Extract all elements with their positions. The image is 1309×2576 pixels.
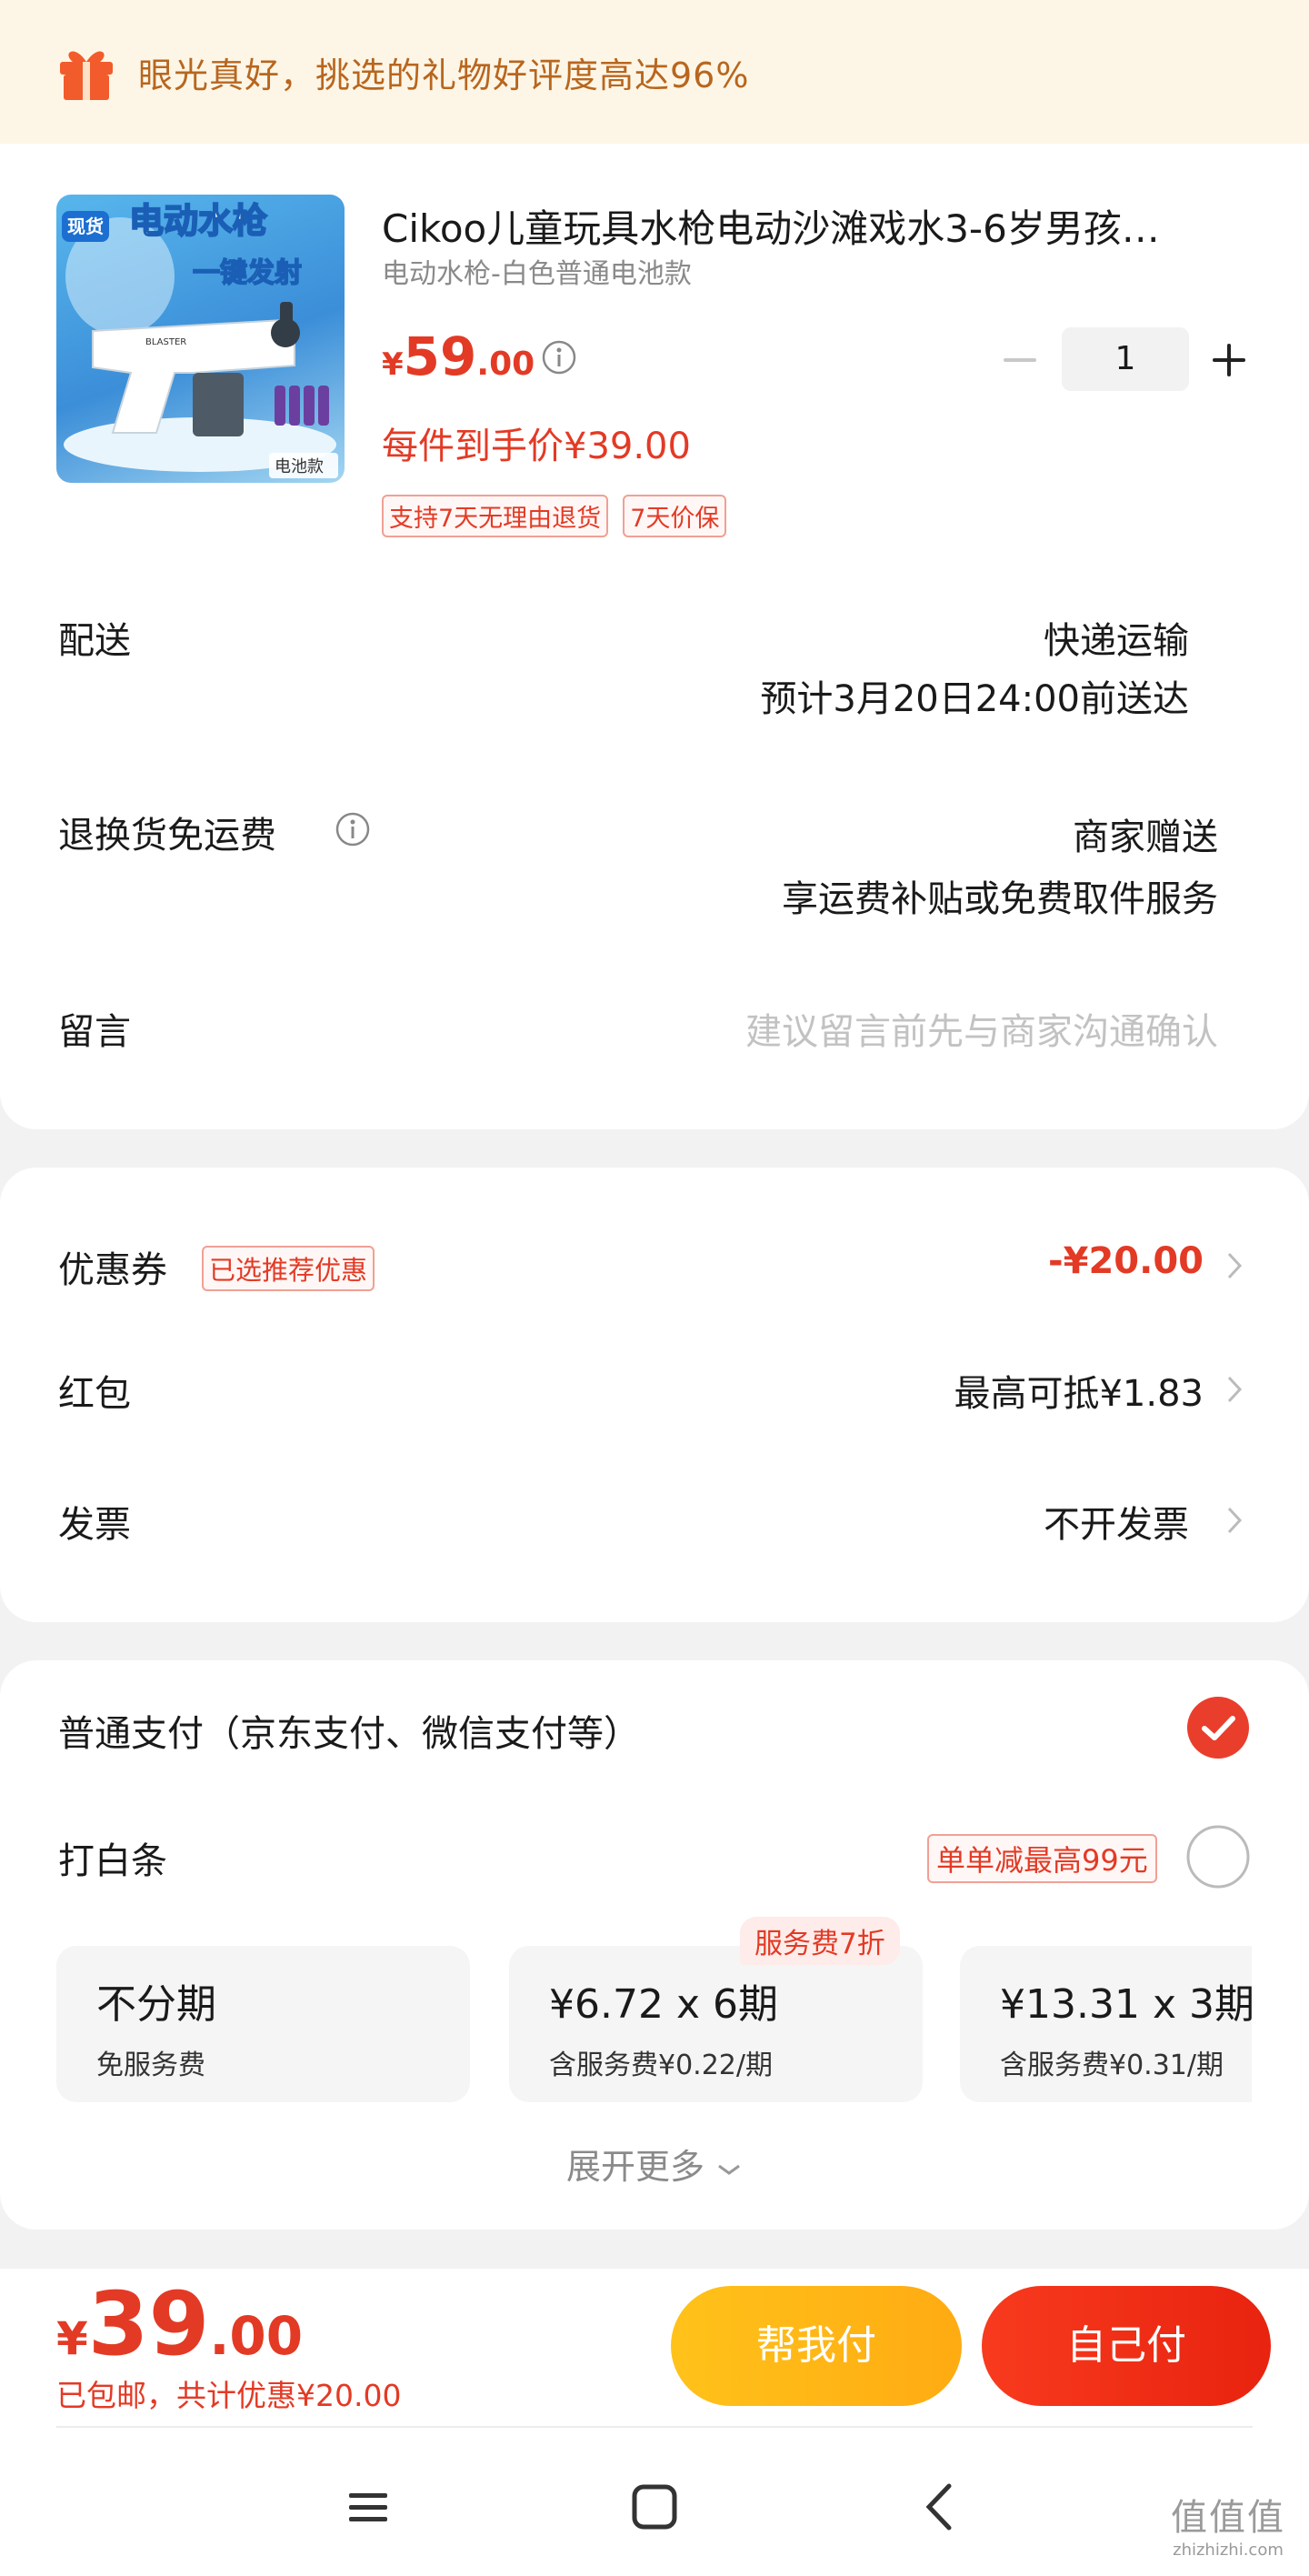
installment-sub: 免服务费 <box>96 2050 205 2081</box>
banner-text: 眼光真好，挑选的礼物好评度高达96% <box>138 55 750 95</box>
service-tag: 7天价保 <box>623 495 727 537</box>
installment-option[interactable]: ¥6.72 x 6期 含服务费¥0.22/期 <box>509 1946 923 2102</box>
svg-text:电池款: 电池款 <box>275 457 324 476</box>
unchecked-circle-icon[interactable] <box>1185 1824 1251 1889</box>
menu-icon[interactable] <box>336 2475 400 2539</box>
chevron-down-icon <box>718 2164 740 2175</box>
quantity-input[interactable]: 1 <box>1062 327 1189 391</box>
installment-option[interactable]: 不分期 免服务费 <box>56 1946 470 2102</box>
red-packet-label: 红包 <box>58 1373 131 1415</box>
installment-plans: 不分期 免服务费 ¥6.72 x 6期 含服务费¥0.22/期 ¥13.31 x… <box>56 1942 1252 2106</box>
installment-sub: 含服务费¥0.22/期 <box>549 2050 773 2081</box>
expand-more-button[interactable]: 展开更多 <box>0 2139 1309 2189</box>
message-label: 留言 <box>58 1011 131 1053</box>
final-unit-price: 每件到手价¥39.00 <box>382 426 691 467</box>
invoice-label: 发票 <box>58 1504 131 1546</box>
gift-icon <box>60 51 113 100</box>
service-tag: 支持7天无理由退货 <box>382 495 609 537</box>
invoice-value[interactable]: 不开发票 <box>1044 1495 1189 1548</box>
order-product-card: BLASTER 现货 电动水枪 一键发射 电池款 Cikoo儿童玩具水枪电动沙滩… <box>0 144 1309 1129</box>
chevron-right-icon[interactable] <box>1225 1374 1244 1405</box>
return-info-icon[interactable] <box>335 811 371 847</box>
divider <box>56 2426 1253 2428</box>
coupon-label: 优惠券 <box>58 1249 167 1291</box>
checked-circle-icon[interactable] <box>1185 1695 1251 1760</box>
coupon-value[interactable]: -¥20.00 <box>1048 1240 1204 1282</box>
baitiao-label[interactable]: 打白条 <box>58 1831 167 1884</box>
installment-main: ¥13.31 x 3期 <box>1000 1981 1252 2028</box>
svg-text:BLASTER: BLASTER <box>145 337 186 347</box>
baitiao-badge: 单单减最高99元 <box>927 1834 1157 1883</box>
price-info-icon[interactable] <box>541 339 577 376</box>
delivery-method[interactable]: 快递运输 <box>1044 611 1189 664</box>
help-pay-button[interactable]: 帮我付 <box>671 2286 962 2406</box>
home-icon[interactable] <box>623 2475 686 2539</box>
message-input[interactable]: 建议留言前先与商家沟通确认 <box>745 1002 1218 1055</box>
svg-text:一键发射: 一键发射 <box>193 257 302 289</box>
watermark: 值值值 zhizhizhi.com <box>1171 2497 1285 2560</box>
installment-sub: 含服务费¥0.31/期 <box>1000 2050 1224 2081</box>
return-shipping-value: 商家赠送 <box>1073 817 1218 858</box>
product-variant[interactable]: 电动水枪-白色普通电池款 <box>382 251 692 291</box>
installment-main: 不分期 <box>96 1981 216 2028</box>
svg-text:现货: 现货 <box>67 216 104 237</box>
expand-more-label: 展开更多 <box>565 2147 704 2187</box>
red-packet-value[interactable]: 最高可抵¥1.83 <box>954 1364 1204 1417</box>
chevron-right-icon[interactable] <box>1225 1250 1244 1281</box>
quantity-plus-button[interactable] <box>1209 340 1249 380</box>
normal-pay-label[interactable]: 普通支付（京东支付、微信支付等） <box>58 1704 640 1757</box>
return-shipping-desc: 享运费补贴或免费取件服务 <box>782 878 1218 920</box>
product-image[interactable]: BLASTER 现货 电动水枪 一键发射 电池款 <box>56 195 345 483</box>
installment-tag: 服务费7折 <box>740 1917 900 1965</box>
delivery-eta[interactable]: 预计3月20日24:00前送达 <box>760 669 1189 722</box>
installment-main: ¥6.72 x 6期 <box>549 1981 778 2028</box>
total-price: ¥39.00 <box>56 2273 304 2375</box>
back-icon[interactable] <box>909 2475 973 2539</box>
quantity-minus-button[interactable] <box>1000 342 1040 378</box>
chevron-right-icon[interactable] <box>1225 1505 1244 1536</box>
total-discount-info: 已包邮，共计优惠¥20.00 <box>56 2378 402 2413</box>
product-price: ¥59.00 <box>382 326 535 387</box>
coupon-badge: 已选推荐优惠 <box>202 1246 375 1291</box>
delivery-label: 配送 <box>58 620 131 662</box>
installment-option[interactable]: ¥13.31 x 3期 含服务费¥0.31/期 <box>960 1946 1252 2102</box>
promo-banner: 眼光真好，挑选的礼物好评度高达96% <box>0 0 1309 144</box>
self-pay-button[interactable]: 自己付 <box>982 2286 1271 2406</box>
return-shipping-label: 退换货免运费 <box>58 815 276 857</box>
service-tags: 支持7天无理由退货 7天价保 <box>382 495 727 537</box>
product-title[interactable]: Cikoo儿童玩具水枪电动沙滩戏水3-6岁男孩… <box>382 198 1236 254</box>
svg-text:电动水枪: 电动水枪 <box>129 201 267 241</box>
